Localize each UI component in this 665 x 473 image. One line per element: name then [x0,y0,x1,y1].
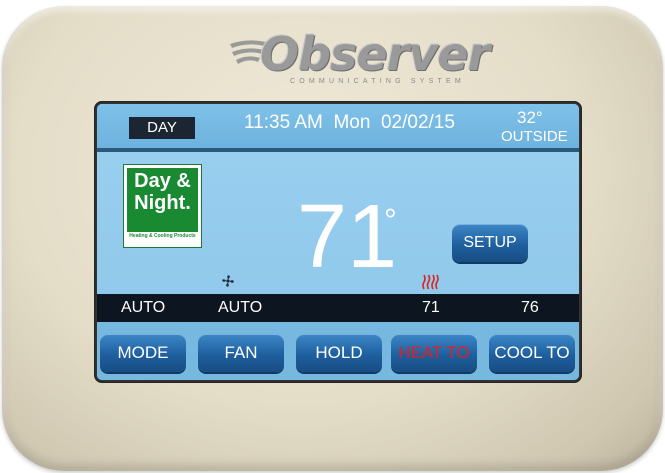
date-time[interactable]: 11:35 AM Mon 02/02/15 [244,112,455,134]
logo-subtitle: Heating & Cooling Products [129,233,196,239]
cool-to-button[interactable]: COOL TO [489,334,575,372]
observer-logo: Observer COMMUNICATING SYSTEM [228,28,490,88]
outside-label: OUTSIDE [501,128,568,145]
brand-tagline: COMMUNICATING SYSTEM [290,78,465,85]
fan-icon [222,275,234,287]
heat-setpoint: 71 [422,299,440,316]
weekday: Mon [333,112,371,133]
date: 02/02/15 [380,112,455,133]
touch-screen: DAY 11:35 AM Mon 02/02/15 32° OUTSIDE Da… [97,104,579,380]
schedule-period-button[interactable]: DAY [129,117,195,139]
status-bar: AUTO AUTO 71 76 [97,294,579,322]
heat-icon [422,274,439,290]
heat-to-button[interactable]: HEAT TO [391,334,477,372]
day-night-logo: Day & Night. Heating & Cooling Products [123,164,202,248]
fan-button[interactable]: FAN [198,334,284,372]
logo-line-1: Day & [134,170,191,192]
logo-line-2: Night. [134,192,191,214]
outside-temperature: 32° [517,108,543,127]
clock-time: 11:35 AM [244,112,323,133]
mode-button[interactable]: MODE [100,334,186,372]
fan-status: AUTO [218,299,263,316]
hold-button[interactable]: HOLD [296,334,382,372]
setup-button[interactable]: SETUP [452,224,528,262]
degree-symbol: ° [384,202,397,238]
indoor-temperature: 71 [297,187,398,287]
brand-name: Observer [260,27,490,81]
cool-setpoint: 76 [521,299,539,316]
top-bar: DAY 11:35 AM Mon 02/02/15 32° OUTSIDE [97,104,579,152]
mode-status: AUTO [121,299,166,316]
